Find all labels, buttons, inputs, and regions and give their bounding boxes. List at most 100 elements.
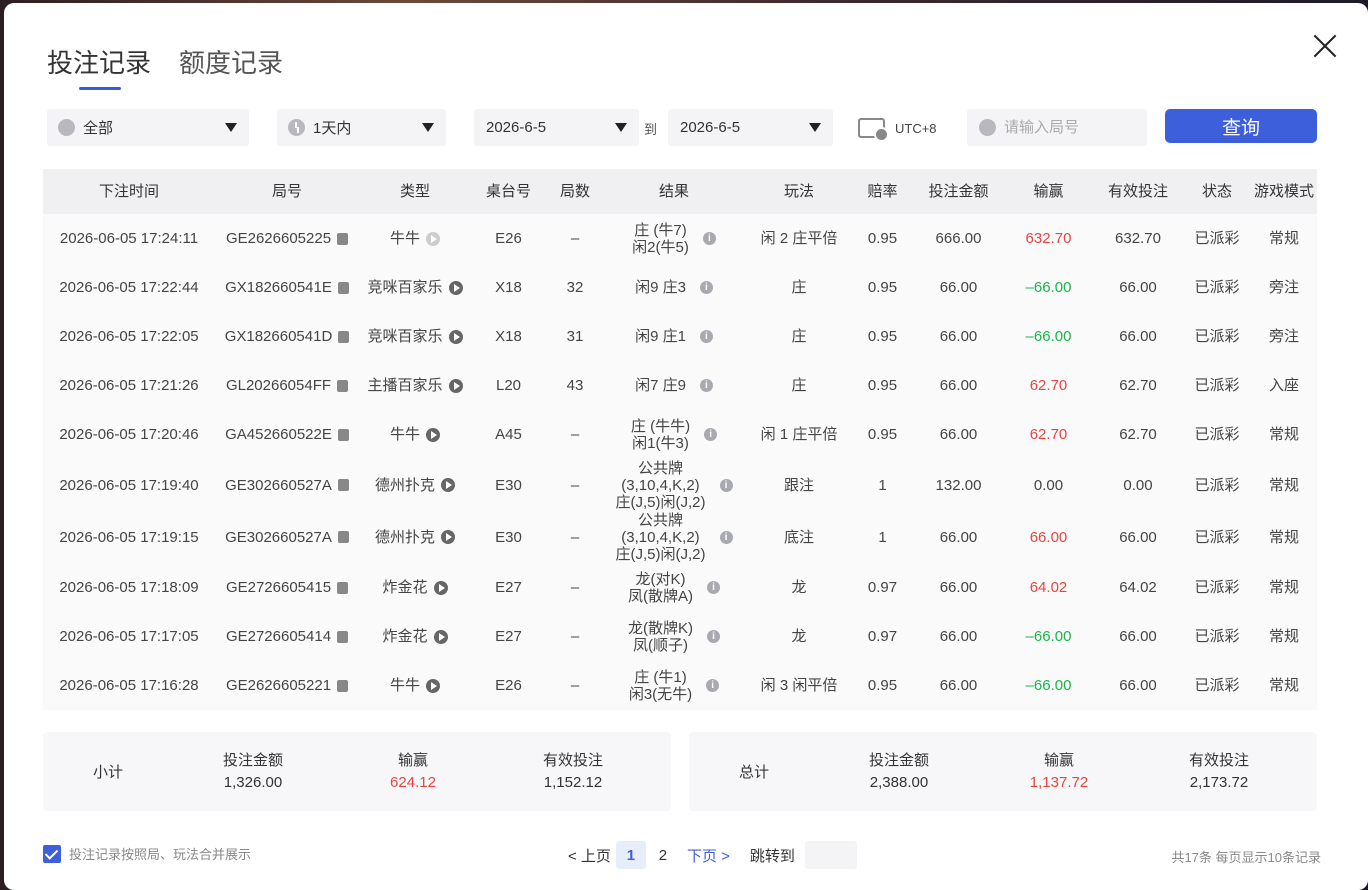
game-type: 炸金花 xyxy=(382,579,428,596)
play-replay-icon[interactable] xyxy=(448,378,463,393)
round-count: – xyxy=(570,230,580,247)
tab-credit-records[interactable]: 额度记录 xyxy=(179,43,283,90)
game-mode: 常规 xyxy=(1268,677,1299,694)
game-type: 德州扑克 xyxy=(374,476,435,494)
next-page-link[interactable]: 下页 > xyxy=(687,845,730,866)
table-number: E30 xyxy=(495,476,522,494)
play-type: 闲 1 庄平倍 xyxy=(760,426,838,443)
odds: 0.97 xyxy=(867,628,898,645)
copy-icon[interactable] xyxy=(337,581,349,594)
copy-icon[interactable] xyxy=(337,479,349,491)
info-icon[interactable]: i xyxy=(707,581,720,594)
play-replay-icon[interactable] xyxy=(433,580,448,595)
copy-icon[interactable] xyxy=(338,330,350,343)
timezone-label: UTC+8 xyxy=(895,120,937,136)
play-replay-icon[interactable] xyxy=(433,629,448,644)
table-number: X18 xyxy=(495,328,522,345)
chevron-down-icon xyxy=(225,123,237,132)
merge-display-option[interactable]: 投注记录按照局、玩法合并展示 xyxy=(43,844,251,863)
date-from-select[interactable]: 2026-6-5 xyxy=(474,109,639,146)
page-number[interactable]: 2 xyxy=(648,841,678,869)
copy-icon[interactable] xyxy=(337,428,349,441)
round-id: GE2626605221 xyxy=(225,677,332,694)
result-text: 公共牌 (3,10,4,K,2) 庄(J,5)闲(J,2) xyxy=(615,512,705,563)
table-number: X18 xyxy=(495,279,522,296)
result-text: 庄 (牛1) 闲3(无牛) xyxy=(629,669,692,703)
period-value: 1天内 xyxy=(313,120,352,137)
table-row: 2026-06-05 17:19:15 GE302660527A 德州扑克 E30 – 公… xyxy=(43,511,1317,563)
copy-icon[interactable] xyxy=(337,531,349,543)
round-id: GL20266054FF xyxy=(225,377,332,394)
tab-bar: 投注记录 额度记录 xyxy=(47,43,283,90)
category-select[interactable]: 全部 xyxy=(47,109,249,146)
jump-page-input[interactable] xyxy=(804,841,857,869)
subtotal-bet: 投注金额 1,326.00 xyxy=(173,750,333,794)
table-row: 2026-06-05 17:24:11 GE2626605225 牛牛 E26 – 庄 (… xyxy=(43,214,1317,263)
game-mode: 旁注 xyxy=(1268,279,1299,296)
win-loss: 62.70 xyxy=(1029,426,1068,443)
play-replay-icon[interactable] xyxy=(441,530,455,544)
info-icon[interactable]: i xyxy=(706,679,720,692)
tab-bet-records[interactable]: 投注记录 xyxy=(47,43,151,90)
bet-time: 2026-06-05 17:22:05 xyxy=(59,328,199,345)
result-text: 龙(对K) 凤(散牌A) xyxy=(628,571,693,605)
chevron-down-icon xyxy=(615,123,627,132)
result-text: 闲9 庄3 xyxy=(635,279,686,296)
timezone-indicator[interactable]: UTC+8 xyxy=(858,118,937,142)
info-icon[interactable]: i xyxy=(704,428,718,441)
column-header: 输赢 xyxy=(1033,183,1064,200)
round-cell: GA452660522E xyxy=(215,426,359,443)
game-type: 德州扑克 xyxy=(374,528,435,546)
play-replay-icon[interactable] xyxy=(426,427,440,442)
query-button[interactable]: 查询 xyxy=(1165,109,1317,143)
pagination: < 上页 1 2 下页 > 跳转到 xyxy=(568,841,857,869)
info-icon[interactable]: i xyxy=(699,330,713,343)
game-type: 炸金花 xyxy=(382,628,428,645)
column-header: 赔率 xyxy=(867,183,898,200)
pagination-info: 共17条 每页显示10条记录 xyxy=(1171,850,1321,865)
copy-icon[interactable] xyxy=(337,281,349,294)
close-icon[interactable] xyxy=(1312,33,1338,59)
info-icon[interactable]: i xyxy=(699,281,713,294)
round-cell: GE2726605415 xyxy=(215,579,359,596)
bet-time: 2026-06-05 17:19:15 xyxy=(59,528,199,546)
total-valid-label: 有效投注 xyxy=(1188,751,1249,769)
column-header: 状态 xyxy=(1201,183,1232,200)
table-number: E26 xyxy=(495,677,522,694)
result-line: (3,10,4,K,2) xyxy=(621,528,700,546)
game-mode: 常规 xyxy=(1268,528,1299,546)
info-icon[interactable]: i xyxy=(719,530,733,544)
copy-icon[interactable] xyxy=(337,379,349,392)
status: 已派彩 xyxy=(1194,279,1240,296)
bet-time: 2026-06-05 17:19:40 xyxy=(59,476,199,494)
copy-icon[interactable] xyxy=(337,232,349,245)
type-cell: 主播百家乐 xyxy=(359,377,471,394)
info-icon[interactable]: i xyxy=(719,478,733,492)
play-replay-icon[interactable] xyxy=(426,678,440,693)
total-bet-value: 2,388.00 xyxy=(869,773,929,791)
result-line: 闲9 庄1 xyxy=(635,328,686,345)
info-icon[interactable]: i xyxy=(699,379,713,392)
date-to-select[interactable]: 2026-6-5 xyxy=(668,109,833,146)
play-replay-icon[interactable] xyxy=(441,478,455,492)
round-search-input[interactable] xyxy=(1004,119,1144,136)
prev-page-link[interactable]: < 上页 xyxy=(568,845,611,866)
copy-icon[interactable] xyxy=(337,679,349,692)
round-cell: GE302660527A xyxy=(215,529,359,546)
page-number[interactable]: 1 xyxy=(615,841,646,869)
total-bet: 投注金额 2,388.00 xyxy=(819,750,979,794)
merge-checkbox[interactable] xyxy=(43,844,61,863)
spade-icon xyxy=(58,119,75,136)
play-replay-icon[interactable] xyxy=(448,329,463,344)
info-icon[interactable]: i xyxy=(702,232,716,245)
round-id: GA452660522E xyxy=(225,426,332,443)
play-replay-icon[interactable] xyxy=(448,280,463,295)
win-loss: –66.00 xyxy=(1025,279,1072,296)
odds: 0.95 xyxy=(867,426,898,443)
period-select[interactable]: 1天内 xyxy=(277,109,446,146)
info-icon[interactable]: i xyxy=(707,630,720,643)
copy-icon[interactable] xyxy=(337,630,349,643)
play-replay-icon[interactable] xyxy=(426,231,440,246)
round-count: – xyxy=(570,677,580,694)
odds: 0.95 xyxy=(867,279,898,296)
